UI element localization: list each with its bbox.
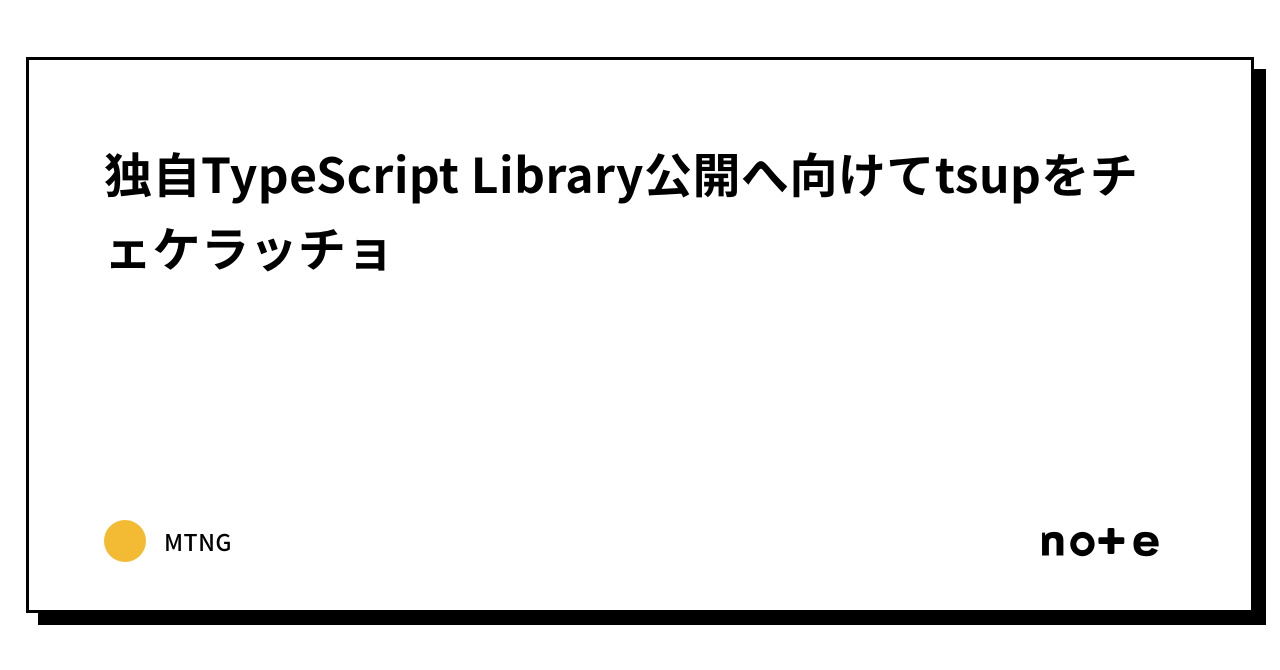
article-card: 独自TypeScript Library公開へ向けてtsupをチェケラッチョ M…: [26, 57, 1254, 613]
note-logo: [1039, 525, 1176, 557]
author-avatar: [104, 520, 146, 562]
card-wrapper: 独自TypeScript Library公開へ向けてtsupをチェケラッチョ M…: [26, 57, 1254, 613]
card-footer: MTNG: [104, 520, 1176, 562]
author-block: MTNG: [104, 520, 232, 562]
author-name: MTNG: [164, 524, 232, 558]
note-logo-icon: [1039, 525, 1176, 557]
article-title: 独自TypeScript Library公開へ向けてtsupをチェケラッチョ: [104, 135, 1176, 284]
